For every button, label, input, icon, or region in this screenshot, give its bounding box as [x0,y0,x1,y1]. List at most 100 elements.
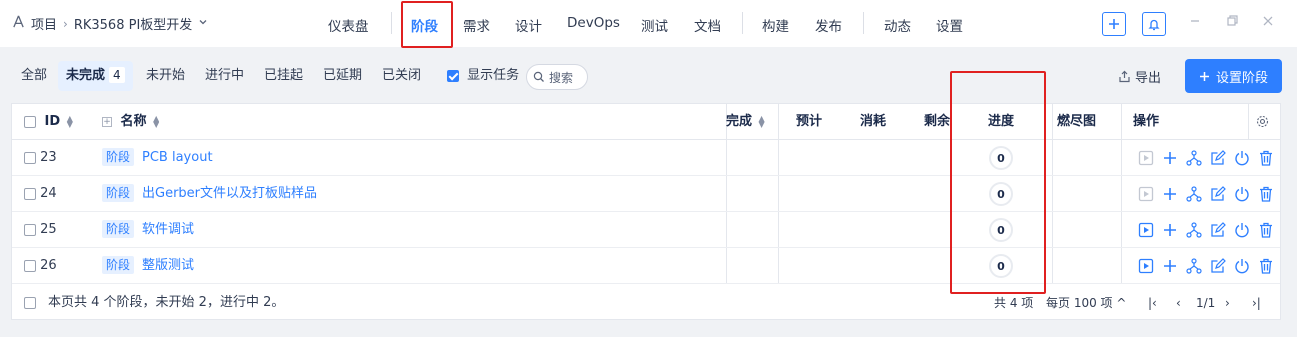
split-icon[interactable] [1185,257,1203,275]
row-checkbox[interactable] [24,187,36,200]
chevron-down-icon[interactable] [198,17,208,30]
table-row[interactable]: 25 阶段 软件调试 0 [12,212,1280,248]
filter-in-progress[interactable]: 进行中 [197,61,252,91]
nav-divider [742,12,743,34]
sort-icon[interactable]: ▲ ▼ [153,114,159,128]
split-icon[interactable] [1185,221,1203,239]
add-button[interactable] [1102,12,1126,36]
stage-link[interactable]: 整版测试 [142,258,194,273]
tab-settings[interactable]: 设置 [936,15,963,35]
stage-tag: 阶段 [102,148,135,166]
filter-incomplete-label: 未完成 [66,68,106,83]
breadcrumb-root[interactable]: 项目 [31,14,57,33]
add-child-icon[interactable] [1161,149,1179,167]
header-id[interactable]: ID ▲ ▼ [24,104,73,140]
tab-dashboard[interactable]: 仪表盘 [328,15,369,35]
expand-all-icon[interactable]: + [102,116,112,127]
header-done[interactable]: 完成 ▲ ▼ [726,104,778,140]
first-page-icon[interactable]: |‹ [1148,285,1157,321]
column-settings-icon[interactable] [1256,104,1269,140]
tab-build[interactable]: 构建 [762,15,789,35]
set-stage-button[interactable]: 设置阶段 [1185,59,1282,93]
search-placeholder: 搜索 [549,70,574,85]
table-row[interactable]: 26 阶段 整版测试 0 [12,248,1280,284]
row-id-value: 24 [40,186,57,201]
tab-requirements[interactable]: 需求 [463,15,490,35]
show-tasks-toggle[interactable]: 显示任务 [439,61,527,91]
row-actions [1137,221,1275,239]
last-page-icon[interactable]: ›| [1252,285,1261,321]
power-icon[interactable] [1233,257,1251,275]
per-page-label: 每页 100 项 [1046,296,1113,310]
search-input[interactable]: 搜索 [526,64,588,90]
minimize-icon[interactable] [1190,14,1200,30]
header-burndown: 燃尽图 [1057,114,1097,129]
top-bar: 项目 › RK3568 PI板型开发 仪表盘 阶段 需求 设计 DevOps 测… [0,0,1297,48]
power-icon[interactable] [1233,185,1251,203]
edit-icon[interactable] [1209,149,1227,167]
trash-icon[interactable] [1257,185,1275,203]
tab-activity[interactable]: 动态 [884,15,911,35]
stage-link[interactable]: 软件调试 [142,222,194,237]
power-icon[interactable] [1233,149,1251,167]
add-child-icon[interactable] [1161,185,1179,203]
page-indicator: 1/1 [1196,296,1216,310]
row-checkbox[interactable] [24,259,36,272]
row-actions [1137,185,1275,203]
project-icon [12,15,25,32]
header-estimate[interactable]: 预计 [796,104,822,140]
stage-link[interactable]: 出Gerber文件以及打板贴样品 [142,186,317,201]
start-icon[interactable] [1137,221,1155,239]
trash-icon[interactable] [1257,149,1275,167]
sort-icon[interactable]: ▲ ▼ [759,114,765,128]
sort-icon[interactable]: ▲ ▼ [67,114,73,128]
header-name-label: 名称 [120,114,147,129]
stage-link[interactable]: PCB layout [142,150,213,165]
trash-icon[interactable] [1257,221,1275,239]
per-page-select[interactable]: 每页 100 项 ^ [1046,285,1126,321]
split-icon[interactable] [1185,149,1203,167]
tab-testing[interactable]: 测试 [641,15,668,35]
row-checkbox[interactable] [24,223,36,236]
table-row[interactable]: 23 阶段 PCB layout 0 [12,140,1280,176]
footer-select-all-checkbox[interactable] [24,297,36,309]
filter-delayed[interactable]: 已延期 [315,61,370,91]
filter-closed[interactable]: 已关闭 [374,61,429,91]
filter-incomplete[interactable]: 未完成 4 [58,61,133,91]
add-child-icon[interactable] [1161,221,1179,239]
start-icon[interactable] [1137,257,1155,275]
tab-devops[interactable]: DevOps [567,15,620,31]
edit-icon[interactable] [1209,221,1227,239]
header-name[interactable]: + 名称 ▲ ▼ [102,104,159,140]
table-row[interactable]: 24 阶段 出Gerber文件以及打板贴样品 0 [12,176,1280,212]
tab-docs[interactable]: 文档 [694,15,721,35]
row-name: 阶段 PCB layout [102,140,213,176]
export-button[interactable]: 导出 [1118,67,1161,86]
filter-suspended[interactable]: 已挂起 [256,61,311,91]
close-icon[interactable] [1263,14,1273,30]
plus-icon [1109,19,1119,29]
row-checkbox[interactable] [24,151,36,164]
edit-icon[interactable] [1209,185,1227,203]
restore-icon[interactable] [1227,14,1238,30]
notification-button[interactable] [1142,12,1166,36]
row-actions [1137,149,1275,167]
tab-release[interactable]: 发布 [815,15,842,35]
prev-page-icon[interactable]: ‹ [1176,285,1181,321]
next-page-icon[interactable]: › [1225,285,1230,321]
tab-design[interactable]: 设计 [515,15,542,35]
start-icon[interactable] [1137,185,1155,203]
filter-all[interactable]: 全部 [13,61,55,91]
header-consumed[interactable]: 消耗 [860,104,886,140]
start-icon[interactable] [1137,149,1155,167]
project-switcher[interactable]: RK3568 PI板型开发 [74,14,192,33]
select-all-checkbox[interactable] [24,115,36,128]
power-icon[interactable] [1233,221,1251,239]
trash-icon[interactable] [1257,257,1275,275]
filter-not-started[interactable]: 未开始 [138,61,193,91]
add-child-icon[interactable] [1161,257,1179,275]
split-icon[interactable] [1185,185,1203,203]
edit-icon[interactable] [1209,257,1227,275]
show-tasks-checkbox[interactable] [447,69,459,82]
header-left[interactable]: 剩余 [924,104,952,140]
